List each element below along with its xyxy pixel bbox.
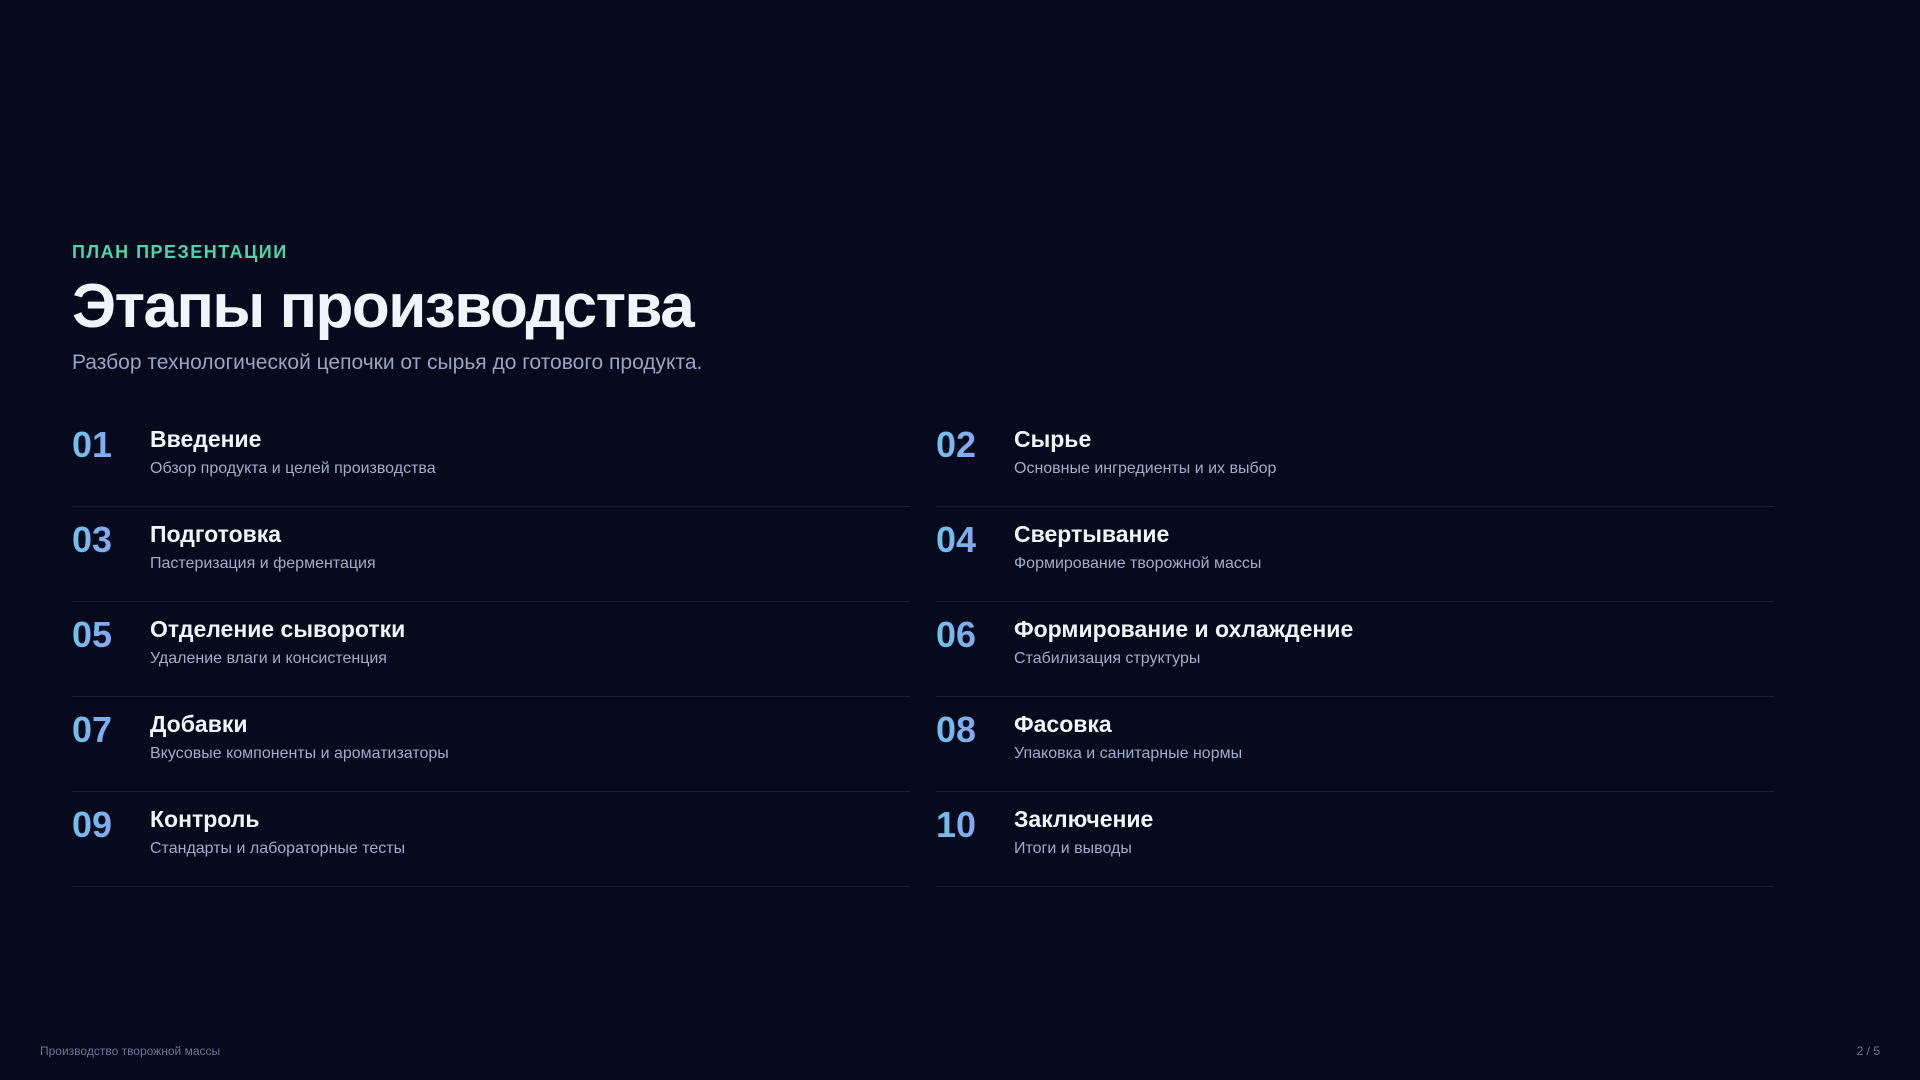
agenda-item-number: 01	[72, 424, 150, 466]
agenda-item-text: Подготовка Пастеризация и ферментация	[150, 519, 376, 575]
page-title: Этапы производства	[72, 272, 695, 341]
agenda-item-title: Заключение	[1014, 806, 1154, 832]
agenda-grid: 01 Введение Обзор продукта и целей произ…	[72, 412, 1774, 887]
agenda-item-number: 02	[936, 424, 1014, 466]
agenda-item-text: Добавки Вкусовые компоненты и ароматизат…	[150, 709, 449, 765]
agenda-item-title: Сырье	[1014, 426, 1092, 452]
agenda-item-desc: Удаление влаги и консистенция	[150, 650, 387, 667]
agenda-item: 02 Сырье Основные ингредиенты и их выбор	[936, 412, 1774, 507]
agenda-item-number: 07	[72, 709, 150, 751]
agenda-item-text: Контроль Стандарты и лабораторные тесты	[150, 804, 405, 860]
slide: ПЛАН ПРЕЗЕНТАЦИИ Этапы производства Разб…	[0, 0, 1920, 1080]
agenda-item-desc: Основные ингредиенты и их выбор	[1014, 460, 1277, 477]
agenda-item: 08 Фасовка Упаковка и санитарные нормы	[936, 697, 1774, 792]
agenda-item-text: Заключение Итоги и выводы	[1014, 804, 1153, 860]
footer-presentation-title: Производство творожной массы	[40, 1044, 221, 1058]
agenda-item: 06 Формирование и охлаждение Стабилизаци…	[936, 602, 1774, 697]
agenda-item-text: Сырье Основные ингредиенты и их выбор	[1014, 424, 1276, 480]
agenda-item-title: Добавки	[150, 711, 248, 737]
agenda-item: 05 Отделение сыворотки Удаление влаги и …	[72, 602, 910, 697]
agenda-item-text: Свертывание Формирование творожной массы	[1014, 519, 1261, 575]
agenda-item-number: 10	[936, 804, 1014, 846]
agenda-item-number: 03	[72, 519, 150, 561]
agenda-item-desc: Формирование творожной массы	[1014, 555, 1262, 572]
section-kicker: ПЛАН ПРЕЗЕНТАЦИИ	[72, 242, 288, 262]
agenda-item: 04 Свертывание Формирование творожной ма…	[936, 507, 1774, 602]
agenda-item-title: Введение	[150, 426, 262, 452]
agenda-item-text: Отделение сыворотки Удаление влаги и кон…	[150, 614, 405, 670]
agenda-item: 07 Добавки Вкусовые компоненты и аромати…	[72, 697, 910, 792]
page-subtitle: Разбор технологической цепочки от сырья …	[72, 351, 703, 374]
agenda-item-desc: Пастеризация и ферментация	[150, 555, 376, 572]
agenda-item: 03 Подготовка Пастеризация и ферментация	[72, 507, 910, 602]
agenda-item-title: Подготовка	[150, 521, 282, 547]
agenda-item-text: Введение Обзор продукта и целей производ…	[150, 424, 436, 480]
footer-page-number: 2 / 5	[1856, 1044, 1880, 1058]
agenda-item-desc: Итоги и выводы	[1014, 840, 1132, 857]
agenda-item-number: 09	[72, 804, 150, 846]
agenda-item-desc: Упаковка и санитарные нормы	[1014, 745, 1243, 762]
agenda-item: 09 Контроль Стандарты и лабораторные тес…	[72, 792, 910, 887]
agenda-item-desc: Стабилизация структуры	[1014, 650, 1201, 667]
agenda-item-number: 08	[936, 709, 1014, 751]
agenda-item-number: 04	[936, 519, 1014, 561]
agenda-item-title: Фасовка	[1014, 711, 1112, 737]
agenda-item-title: Контроль	[150, 806, 260, 832]
agenda-item-title: Свертывание	[1014, 521, 1170, 547]
agenda-item-title: Формирование и охлаждение	[1014, 616, 1354, 642]
agenda-item-number: 06	[936, 614, 1014, 656]
agenda-item-desc: Вкусовые компоненты и ароматизаторы	[150, 745, 449, 762]
agenda-item-text: Фасовка Упаковка и санитарные нормы	[1014, 709, 1242, 765]
agenda-item: 10 Заключение Итоги и выводы	[936, 792, 1774, 887]
slide-content: ПЛАН ПРЕЗЕНТАЦИИ Этапы производства Разб…	[72, 238, 1774, 887]
agenda-item-desc: Обзор продукта и целей производства	[150, 460, 436, 477]
agenda-item: 01 Введение Обзор продукта и целей произ…	[72, 412, 910, 507]
agenda-item-title: Отделение сыворотки	[150, 616, 406, 642]
agenda-item-text: Формирование и охлаждение Стабилизация с…	[1014, 614, 1353, 670]
agenda-item-desc: Стандарты и лабораторные тесты	[150, 840, 406, 857]
agenda-item-number: 05	[72, 614, 150, 656]
